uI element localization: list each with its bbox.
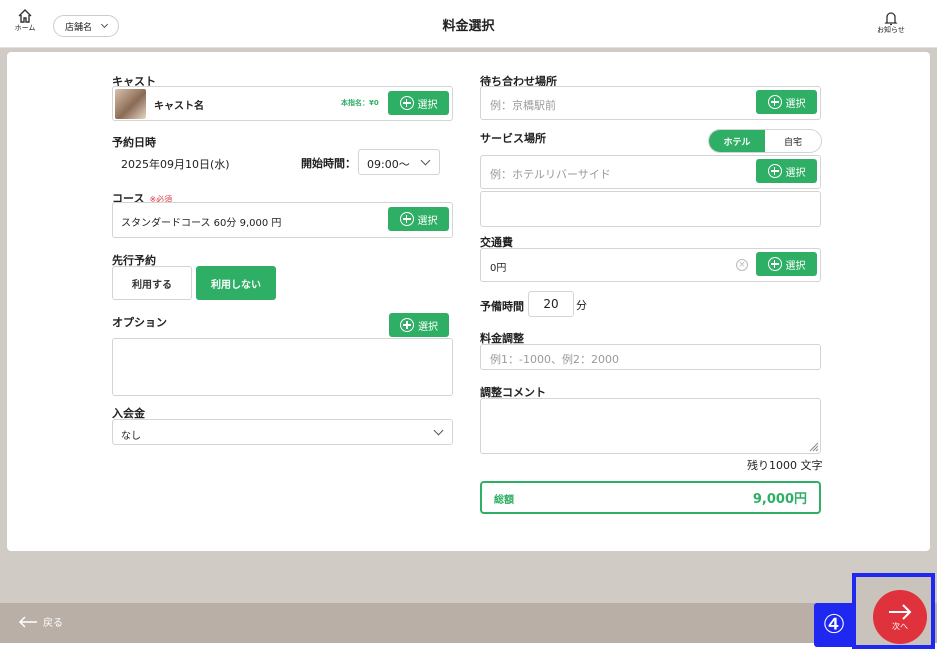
notification-button[interactable]: お知らせ	[874, 10, 908, 35]
total-box: 総額 9,000円	[480, 481, 821, 514]
service-address-input[interactable]	[480, 191, 821, 227]
cast-name: キャスト名	[154, 101, 204, 112]
next-button[interactable]: 次へ	[873, 590, 927, 644]
total-value: 9,000円	[752, 492, 807, 507]
comment-remaining: 残り1000 文字	[747, 459, 823, 472]
service-placeholder: 例：ホテルリバーサイド	[490, 168, 611, 181]
toggle-home[interactable]: 自宅	[765, 130, 821, 152]
step-badge: ④	[814, 603, 854, 647]
membership-select[interactable]: なし	[112, 419, 453, 445]
buffer-unit: 分	[576, 299, 587, 312]
cast-select-button[interactable]: 選択	[388, 91, 449, 115]
meeting-placeholder: 例：京橋駅前	[490, 99, 556, 112]
bottom-bar	[0, 603, 937, 643]
adjust-placeholder: 例1：-1000、例2：2000	[490, 353, 619, 366]
reservation-label: 予約日時	[112, 136, 156, 149]
start-time-select[interactable]: 09:00～	[358, 149, 440, 175]
select-label: 選択	[785, 98, 806, 110]
option-select-button[interactable]: 選択	[389, 313, 449, 337]
bell-icon	[884, 12, 898, 26]
membership-value: なし	[121, 431, 141, 442]
adjust-input[interactable]: 例1：-1000、例2：2000	[480, 344, 821, 370]
resize-handle-icon[interactable]	[809, 442, 819, 452]
arrow-right-icon	[889, 603, 912, 620]
chevron-down-icon	[433, 425, 444, 436]
option-list	[112, 338, 453, 396]
buffer-input[interactable]: 20	[528, 291, 574, 317]
clear-icon[interactable]: ×	[736, 259, 748, 271]
select-label: 選択	[418, 321, 438, 333]
reservation-date: 2025年09月10日(水)	[121, 158, 230, 171]
select-label: 選択	[785, 260, 806, 272]
top-bar: ホーム 店舗名 料金選択 お知らせ	[0, 0, 937, 48]
meeting-select-button[interactable]: 選択	[756, 90, 817, 114]
plus-circle-icon	[767, 257, 782, 271]
transport-select-button[interactable]: 選択	[756, 252, 817, 276]
total-label: 総額	[494, 495, 514, 506]
buffer-label: 予備時間	[480, 300, 524, 313]
plus-circle-icon	[400, 318, 414, 332]
transport-value: 0円	[490, 263, 507, 274]
arrow-left-icon	[18, 615, 37, 628]
start-time-label: 開始時間：	[301, 157, 356, 170]
designation-fee: 本指名：¥0	[341, 99, 379, 107]
plus-circle-icon	[399, 212, 414, 226]
service-toggle: ホテル 自宅	[708, 129, 822, 153]
select-label: 選択	[785, 167, 806, 179]
select-label: 選択	[417, 99, 438, 111]
chevron-down-icon	[420, 155, 431, 166]
service-label: サービス場所	[480, 132, 546, 145]
plus-circle-icon	[767, 95, 782, 109]
option-label: オプション	[112, 316, 167, 329]
course-select-button[interactable]: 選択	[388, 207, 449, 231]
notice-label: お知らせ	[877, 26, 905, 34]
plus-circle-icon	[399, 96, 414, 110]
back-button[interactable]: 戻る	[18, 614, 63, 629]
toggle-hotel[interactable]: ホテル	[709, 130, 765, 152]
service-select-button[interactable]: 選択	[756, 159, 817, 183]
next-label: 次へ	[892, 621, 908, 631]
back-label: 戻る	[43, 618, 63, 629]
comment-textarea[interactable]	[480, 398, 821, 454]
plus-circle-icon	[767, 164, 782, 178]
advance-use-button[interactable]: 利用する	[112, 266, 192, 300]
course-value: スタンダードコース 60分 9,000 円	[121, 218, 282, 229]
cast-avatar	[115, 89, 146, 119]
form-panel	[7, 52, 930, 551]
start-time-value: 09:00～	[367, 158, 410, 171]
advance-no-use-button[interactable]: 利用しない	[196, 266, 276, 300]
select-label: 選択	[417, 215, 438, 227]
page-title: 料金選択	[442, 19, 495, 34]
